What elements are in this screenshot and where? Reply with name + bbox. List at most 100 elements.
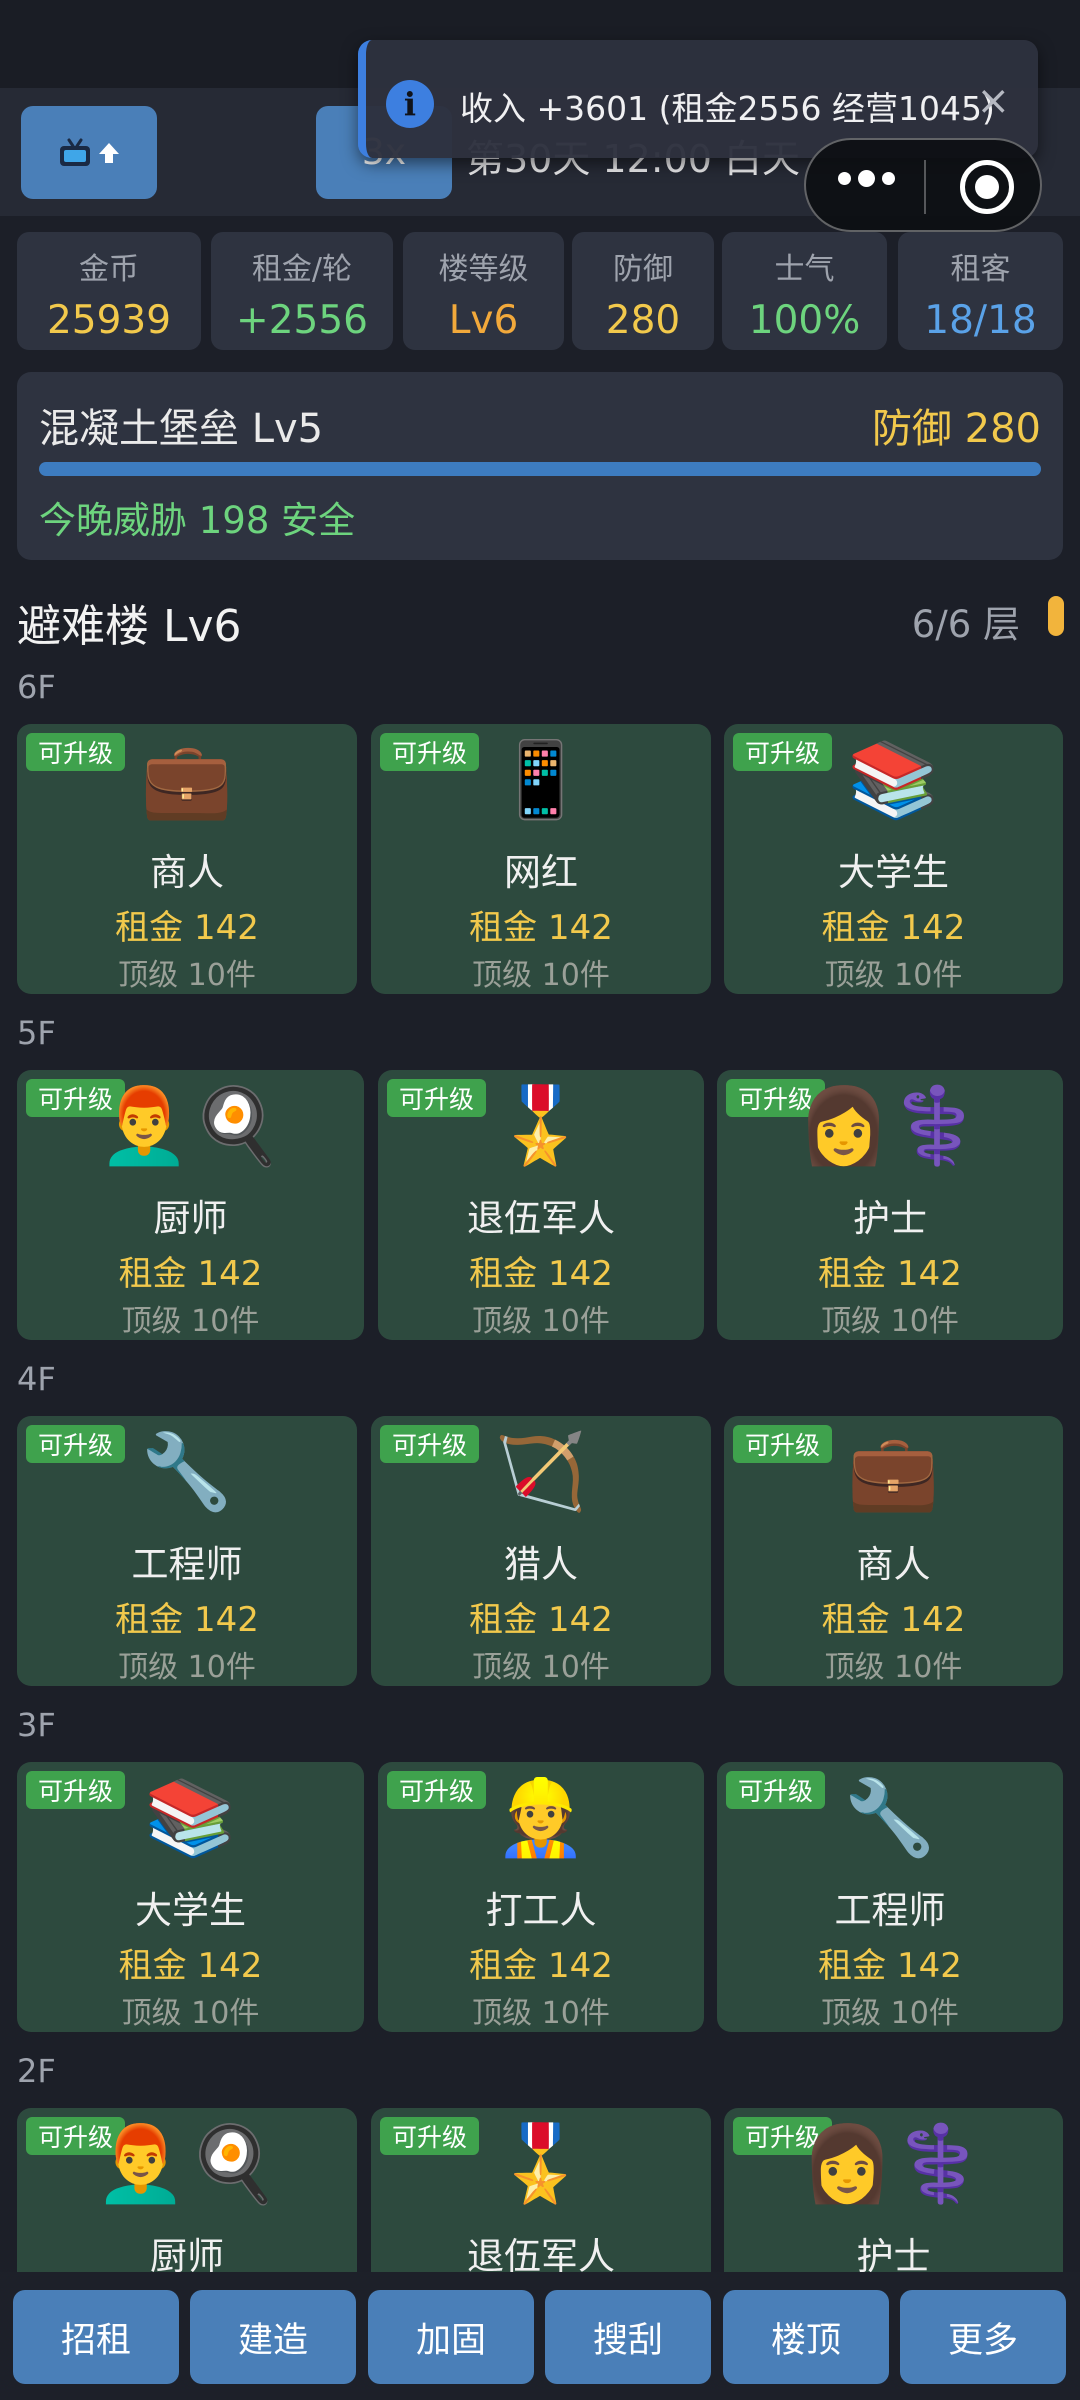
room-card[interactable]: 可升级 👨‍🦰🍳 厨师 租金 142 顶级 10件 bbox=[17, 1070, 364, 1340]
tenant-name: 护士 bbox=[853, 1197, 927, 1240]
tenant-name: 大学生 bbox=[135, 1889, 246, 1932]
floor-label: 4F bbox=[17, 1360, 56, 1398]
room-rent: 租金 142 bbox=[821, 908, 966, 948]
floor-label: 5F bbox=[17, 1014, 56, 1052]
room-card[interactable]: 可升级 📚 大学生 租金 142 顶级 10件 bbox=[17, 1762, 364, 2032]
room-card[interactable]: 可升级 🏹 猎人 租金 142 顶级 10件 bbox=[371, 1416, 711, 1686]
room-tier: 顶级 10件 bbox=[121, 1996, 260, 2031]
room-rent: 租金 142 bbox=[118, 1254, 263, 1294]
room-card[interactable]: 可升级 👨‍🦰🍳 厨师 bbox=[17, 2108, 357, 2272]
tenant-name: 退伍军人 bbox=[467, 1197, 615, 1240]
stat-box: 金币 25939 bbox=[17, 232, 201, 350]
tenant-icon: 🎖️ bbox=[494, 1083, 588, 1169]
room-tier: 顶级 10件 bbox=[472, 1996, 610, 2031]
tenant-icon: 👨‍🦰🍳 bbox=[98, 1083, 283, 1169]
tenant-icon: 🏹 bbox=[494, 1429, 588, 1515]
tenant-name: 工程师 bbox=[131, 1543, 243, 1586]
room-card[interactable]: 可升级 🎖️ 退伍军人 租金 142 顶级 10件 bbox=[378, 1070, 704, 1340]
stat-box: 楼等级 Lv6 bbox=[403, 232, 564, 350]
more-menu-icon[interactable] bbox=[838, 170, 895, 187]
room-card[interactable]: 可升级 👩⚕️ 护士 租金 142 顶级 10件 bbox=[717, 1070, 1063, 1340]
fortress-defense: 防御 280 bbox=[871, 406, 1041, 452]
room-rent: 租金 142 bbox=[818, 1254, 962, 1294]
room-rent: 租金 142 bbox=[821, 1600, 966, 1640]
room-tier: 顶级 10件 bbox=[472, 958, 610, 993]
nav-button[interactable]: 加固 bbox=[368, 2290, 534, 2384]
room-card[interactable]: 可升级 📚 大学生 租金 142 顶级 10件 bbox=[724, 724, 1063, 994]
room-rent: 租金 142 bbox=[469, 1254, 613, 1294]
stat-label: 租金/轮 bbox=[251, 252, 353, 287]
tenant-name: 网红 bbox=[504, 851, 578, 894]
room-tier: 顶级 10件 bbox=[824, 958, 963, 993]
building-title: 避难楼 Lv6 bbox=[17, 601, 242, 652]
room-card[interactable]: 可升级 👩⚕️ 护士 bbox=[724, 2108, 1063, 2272]
threat-status: 今晚威胁 198 安全 bbox=[39, 499, 356, 542]
floor-count: 6/6 层 bbox=[911, 603, 1020, 646]
tenant-name: 护士 bbox=[856, 2235, 931, 2272]
close-icon[interactable]: × bbox=[976, 78, 1010, 124]
room-tier: 顶级 10件 bbox=[118, 1650, 256, 1685]
tenant-icon: 📚 bbox=[144, 1775, 237, 1861]
tenant-icon: 👨‍🦰🍳 bbox=[94, 2121, 280, 2207]
stat-label: 防御 bbox=[613, 252, 673, 287]
floor-label: 3F bbox=[17, 1706, 56, 1744]
tenant-icon: 📱 bbox=[494, 737, 588, 823]
room-card[interactable]: 可升级 🔧 工程师 租金 142 顶级 10件 bbox=[717, 1762, 1063, 2032]
tenant-name: 退伍军人 bbox=[467, 2235, 615, 2272]
room-rent: 租金 142 bbox=[115, 1600, 259, 1640]
stat-box: 租金/轮 +2556 bbox=[211, 232, 393, 350]
stat-label: 金币 bbox=[79, 252, 139, 287]
stat-value: 25939 bbox=[46, 298, 172, 343]
room-tier: 顶级 10件 bbox=[118, 958, 256, 993]
stat-value: 100% bbox=[748, 298, 861, 343]
stat-value: Lv6 bbox=[448, 298, 519, 343]
tenant-name: 厨师 bbox=[153, 1197, 228, 1240]
room-rent: 租金 142 bbox=[118, 1946, 263, 1986]
room-tier: 顶级 10件 bbox=[121, 1304, 260, 1339]
tv-upgrade-button[interactable] bbox=[21, 106, 157, 199]
tenant-icon: 📚 bbox=[847, 737, 940, 823]
stat-value: +2556 bbox=[236, 298, 368, 343]
nav-button[interactable]: 建造 bbox=[190, 2290, 356, 2384]
tenant-name: 打工人 bbox=[485, 1889, 597, 1932]
room-card[interactable]: 可升级 📱 网红 租金 142 顶级 10件 bbox=[371, 724, 711, 994]
arrow-up-icon bbox=[99, 142, 119, 163]
close-miniprogram-icon[interactable] bbox=[960, 160, 1014, 214]
room-card[interactable]: 可升级 💼 商人 租金 142 顶级 10件 bbox=[17, 724, 357, 994]
tv-icon bbox=[60, 138, 90, 166]
tenant-icon: 🎖️ bbox=[494, 2121, 588, 2207]
tenant-icon: 🔧 bbox=[140, 1429, 234, 1515]
tenant-name: 商人 bbox=[856, 1543, 931, 1586]
room-rent: 租金 142 bbox=[469, 1600, 613, 1640]
floor-label: 2F bbox=[17, 2052, 56, 2090]
room-card[interactable]: 可升级 🔧 工程师 租金 142 顶级 10件 bbox=[17, 1416, 357, 1686]
room-tier: 顶级 10件 bbox=[821, 1304, 959, 1339]
tenant-icon: 💼 bbox=[847, 1429, 940, 1515]
room-tier: 顶级 10件 bbox=[472, 1304, 610, 1339]
stat-value: 18/18 bbox=[924, 298, 1037, 343]
nav-button[interactable]: 搜刮 bbox=[545, 2290, 711, 2384]
tenant-icon: 💼 bbox=[140, 737, 234, 823]
floor-indicator-pill bbox=[1048, 596, 1064, 636]
nav-button[interactable]: 更多 bbox=[900, 2290, 1066, 2384]
stat-box: 租客 18/18 bbox=[898, 232, 1063, 350]
nav-button[interactable]: 楼顶 bbox=[723, 2290, 889, 2384]
room-card[interactable]: 可升级 🎖️ 退伍军人 bbox=[371, 2108, 711, 2272]
room-card[interactable]: 可升级 👷 打工人 租金 142 顶级 10件 bbox=[378, 1762, 704, 2032]
tenant-icon: 🔧 bbox=[843, 1775, 937, 1861]
tenant-icon: 👩⚕️ bbox=[801, 2121, 986, 2207]
stat-value: 280 bbox=[605, 298, 681, 343]
toast-message: 收入 +3601 (租金2556 经营1045) bbox=[460, 89, 995, 128]
fortress-title: 混凝土堡垒 Lv5 bbox=[39, 406, 324, 452]
nav-button[interactable]: 招租 bbox=[13, 2290, 179, 2384]
fortress-durability-bar bbox=[39, 462, 1041, 476]
tenant-icon: 👩⚕️ bbox=[797, 1083, 983, 1169]
tenant-icon: 👷 bbox=[494, 1775, 588, 1861]
tenant-name: 商人 bbox=[150, 851, 224, 894]
room-tier: 顶级 10件 bbox=[472, 1650, 610, 1685]
tenant-name: 猎人 bbox=[504, 1543, 578, 1586]
room-card[interactable]: 可升级 💼 商人 租金 142 顶级 10件 bbox=[724, 1416, 1063, 1686]
tenant-name: 工程师 bbox=[834, 1889, 946, 1932]
room-rent: 租金 142 bbox=[469, 908, 613, 948]
room-tier: 顶级 10件 bbox=[824, 1650, 963, 1685]
